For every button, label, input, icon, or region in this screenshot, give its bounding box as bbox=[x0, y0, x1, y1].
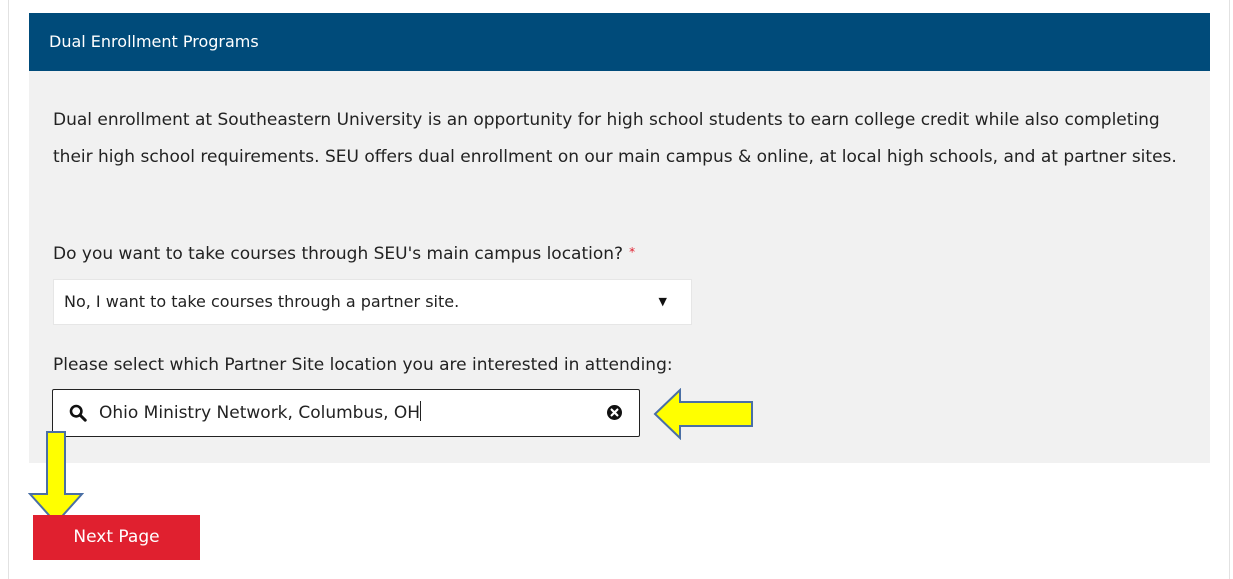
panel-title: Dual Enrollment Programs bbox=[49, 32, 259, 51]
panel-header: Dual Enrollment Programs bbox=[29, 13, 1210, 71]
text-cursor bbox=[420, 401, 422, 421]
partner-site-value: Ohio Ministry Network, Columbus, OH bbox=[99, 403, 421, 423]
campus-question-label: Do you want to take courses through SEU'… bbox=[53, 240, 635, 266]
campus-select-value: No, I want to take courses through a par… bbox=[64, 292, 460, 311]
left-pointing-arrow bbox=[653, 388, 753, 440]
partner-site-search-input[interactable]: Ohio Ministry Network, Columbus, OH bbox=[52, 389, 640, 437]
intro-paragraph: Dual enrollment at Southeastern Universi… bbox=[53, 110, 1177, 167]
clear-circle-x-icon[interactable] bbox=[606, 404, 623, 421]
campus-location-select[interactable]: No, I want to take courses through a par… bbox=[53, 279, 692, 325]
partner-site-value-wrap: Ohio Ministry Network, Columbus, OH bbox=[99, 390, 422, 436]
required-marker: * bbox=[629, 245, 636, 259]
partner-site-label: Please select which Partner Site locatio… bbox=[53, 355, 673, 375]
search-icon bbox=[69, 404, 87, 422]
caret-down-icon: ▼ bbox=[658, 295, 667, 308]
campus-question-text: Do you want to take courses through SEU'… bbox=[53, 244, 624, 264]
down-pointing-arrow bbox=[28, 431, 84, 525]
next-page-button[interactable]: Next Page bbox=[33, 515, 200, 560]
